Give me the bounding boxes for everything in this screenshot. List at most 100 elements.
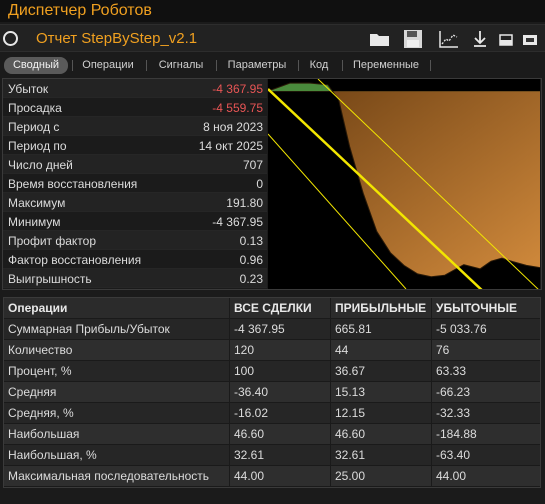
table-cell: 63.33 bbox=[436, 364, 467, 378]
tab-separator bbox=[430, 60, 431, 71]
stat-row: Профит фактор 0.13 bbox=[3, 231, 267, 250]
tab-parameters[interactable]: Параметры bbox=[220, 57, 294, 74]
stat-value: -4 367.95 bbox=[212, 215, 263, 229]
stat-row: Минимум -4 367.95 bbox=[3, 212, 267, 231]
stat-value: 0.23 bbox=[239, 272, 263, 286]
tab-code[interactable]: Код bbox=[302, 57, 336, 74]
stat-row: Выигрышность 0.23 bbox=[3, 269, 267, 288]
close-icon[interactable] bbox=[522, 29, 538, 49]
column-header[interactable]: УБЫТОЧНЫЕ bbox=[432, 298, 542, 319]
tab-separator bbox=[146, 60, 147, 71]
tab-separator bbox=[342, 60, 343, 71]
stat-row: Просадка -4 559.75 bbox=[3, 98, 267, 117]
stat-value: 0.13 bbox=[239, 234, 263, 248]
tab-operations[interactable]: Операции bbox=[76, 57, 140, 74]
table-cell: -66.23 bbox=[436, 385, 471, 399]
stat-label: Число дней bbox=[8, 158, 73, 172]
save-icon[interactable] bbox=[403, 29, 423, 49]
table-cell: Средняя, % bbox=[4, 403, 230, 424]
table-row: Средняя, % -16.02 12.15 -32.33 bbox=[4, 403, 540, 424]
stat-label: Просадка bbox=[8, 101, 62, 115]
table-cell: Суммарная Прибыль/Убыток bbox=[4, 319, 230, 340]
stat-value: 0.96 bbox=[239, 253, 263, 267]
stat-label: Фактор восстановления bbox=[8, 253, 142, 267]
table-cell: 44 bbox=[331, 340, 432, 361]
table-row: Процент, % 100 36.67 63.33 bbox=[4, 361, 540, 382]
report-window-header: Отчет StepByStep_v2.1 bbox=[0, 24, 545, 52]
stat-row: Максимум 191.80 bbox=[3, 193, 267, 212]
table-cell: 120 bbox=[230, 340, 331, 361]
stat-label: Максимум bbox=[8, 196, 66, 210]
table-cell: 32.61 bbox=[331, 445, 432, 466]
stat-row: Период по 14 окт 2025 bbox=[3, 136, 267, 155]
report-title: Отчет StepByStep_v2.1 bbox=[36, 30, 198, 47]
table-cell: 100 bbox=[230, 361, 331, 382]
chart-settings-icon[interactable] bbox=[438, 29, 460, 49]
table-cell: -16.02 bbox=[230, 403, 331, 424]
stat-value: 191.80 bbox=[226, 196, 263, 210]
operations-table: Операции ВСЕ СДЕЛКИ ПРИБЫЛЬНЫЕ УБЫТОЧНЫЕ… bbox=[3, 297, 541, 488]
stat-label: Минимум bbox=[8, 215, 61, 229]
table-row: Максимальная последовательность 44.00 25… bbox=[4, 466, 540, 487]
folder-icon[interactable] bbox=[369, 29, 391, 49]
summary-stats: Убыток -4 367.95 Просадка -4 559.75 Пери… bbox=[3, 79, 267, 288]
table-cell: -63.40 bbox=[436, 448, 471, 462]
stat-label: Убыток bbox=[8, 82, 49, 96]
tab-signals[interactable]: Сигналы bbox=[150, 57, 212, 74]
tab-separator bbox=[216, 60, 217, 71]
table-cell: 32.61 bbox=[230, 445, 331, 466]
tab-variables[interactable]: Переменные bbox=[346, 57, 426, 74]
column-header[interactable]: ПРИБЫЛЬНЫЕ bbox=[331, 298, 432, 319]
table-cell: 36.67 bbox=[331, 361, 432, 382]
table-cell: Средняя bbox=[4, 382, 230, 403]
table-header-row: Операции ВСЕ СДЕЛКИ ПРИБЫЛЬНЫЕ УБЫТОЧНЫЕ bbox=[4, 298, 540, 319]
table-cell: Процент, % bbox=[4, 361, 230, 382]
stat-value: -4 559.75 bbox=[212, 101, 263, 115]
minimize-icon[interactable] bbox=[499, 29, 513, 49]
equity-chart bbox=[268, 79, 540, 289]
table-cell: 76 bbox=[436, 343, 450, 357]
table-row: Количество 120 44 76 bbox=[4, 340, 540, 361]
stat-row: Время восстановления 0 bbox=[3, 174, 267, 193]
table-cell: 25.00 bbox=[331, 466, 432, 487]
column-header[interactable]: ВСЕ СДЕЛКИ bbox=[230, 298, 331, 319]
table-cell: -5 033.76 bbox=[436, 322, 487, 336]
app-titlebar: Диспетчер Роботов bbox=[0, 0, 545, 22]
table-cell: Количество bbox=[4, 340, 230, 361]
stat-row: Период с 8 ноя 2023 bbox=[3, 117, 267, 136]
stat-row: Убыток -4 367.95 bbox=[3, 79, 267, 98]
stat-value: 14 окт 2025 bbox=[198, 139, 263, 153]
table-row: Наибольшая, % 32.61 32.61 -63.40 bbox=[4, 445, 540, 466]
table-cell: Наибольшая bbox=[4, 424, 230, 445]
table-cell: -32.33 bbox=[436, 406, 471, 420]
table-cell: Наибольшая, % bbox=[4, 445, 230, 466]
app-title: Диспетчер Роботов bbox=[8, 2, 152, 19]
stat-row: Число дней 707 bbox=[3, 155, 267, 174]
tab-summary[interactable]: Сводный bbox=[4, 57, 68, 74]
stat-row: Фактор восстановления 0.96 bbox=[3, 250, 267, 269]
table-cell: 44.00 bbox=[230, 466, 331, 487]
tab-bar: Сводный Операции Сигналы Параметры Код П… bbox=[0, 54, 545, 76]
table-cell: 12.15 bbox=[331, 403, 432, 424]
stat-label: Профит фактор bbox=[8, 234, 97, 248]
tab-separator bbox=[298, 60, 299, 71]
stat-value: 0 bbox=[256, 177, 263, 191]
stat-value: 8 ноя 2023 bbox=[203, 120, 263, 134]
radio-icon[interactable] bbox=[3, 31, 18, 46]
stat-label: Период с bbox=[8, 120, 60, 134]
table-row: Суммарная Прибыль/Убыток -4 367.95 665.8… bbox=[4, 319, 540, 340]
table-cell: Максимальная последовательность bbox=[4, 466, 230, 487]
table-cell: -36.40 bbox=[230, 382, 331, 403]
table-cell: 46.60 bbox=[331, 424, 432, 445]
download-icon[interactable] bbox=[472, 29, 488, 49]
column-header[interactable]: Операции bbox=[4, 298, 230, 319]
tab-separator bbox=[72, 60, 73, 71]
stat-value: 707 bbox=[242, 158, 263, 172]
stat-label: Время восстановления bbox=[8, 177, 138, 191]
stat-value: -4 367.95 bbox=[212, 82, 263, 96]
stat-label: Выигрышность bbox=[8, 272, 92, 286]
table-cell: -184.88 bbox=[436, 427, 477, 441]
table-row: Средняя -36.40 15.13 -66.23 bbox=[4, 382, 540, 403]
table-cell: -4 367.95 bbox=[230, 319, 331, 340]
table-row: Наибольшая 46.60 46.60 -184.88 bbox=[4, 424, 540, 445]
